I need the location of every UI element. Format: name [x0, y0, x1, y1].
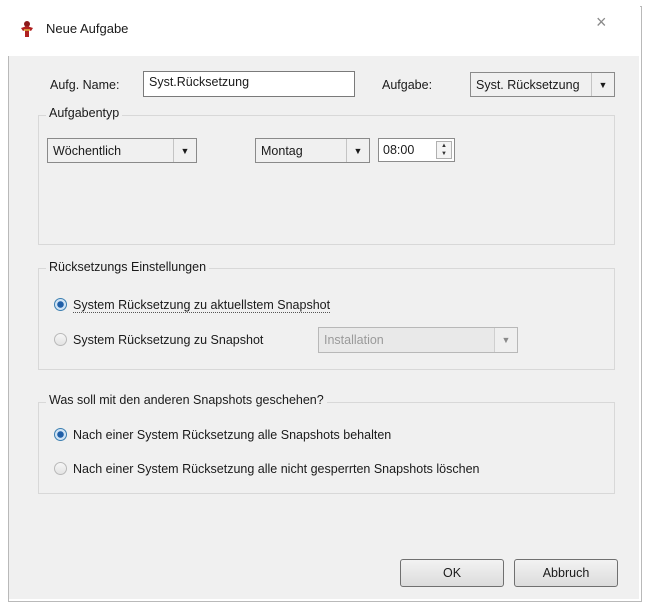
cancel-button[interactable]: Abbruch — [514, 559, 618, 587]
reset-latest-text: System Rücksetzung zu aktuellstem Snapsh… — [73, 298, 331, 313]
other-snapshots-group-title: Was soll mit den anderen Snapshots gesch… — [46, 393, 327, 407]
snapshot-value: Installation — [324, 333, 384, 347]
task-name-label: Aufg. Name: — [50, 78, 120, 92]
snapshot-select[interactable]: Installation ▼ — [318, 327, 518, 353]
reset-snapshot-label[interactable]: System Rücksetzung zu Snapshot — [73, 333, 263, 347]
reset-latest-radio[interactable] — [54, 298, 67, 311]
chevron-down-icon[interactable]: ▼ — [591, 73, 614, 96]
chevron-down-icon[interactable]: ▼ — [494, 328, 517, 352]
ok-button[interactable]: OK — [400, 559, 504, 587]
reset-settings-group — [38, 268, 615, 370]
weekday-select[interactable]: Montag ▼ — [255, 138, 370, 163]
task-select[interactable]: Syst. Rücksetzung ▼ — [470, 72, 615, 97]
task-type-label: Aufgabe: — [382, 78, 433, 92]
other-snapshots-group — [38, 402, 615, 494]
keep-snapshots-label[interactable]: Nach einer System Rücksetzung alle Snaps… — [73, 428, 391, 442]
frequency-value: Wöchentlich — [53, 144, 122, 158]
app-figure-icon — [18, 20, 36, 38]
tasktype-group — [38, 115, 615, 245]
keep-snapshots-radio[interactable] — [54, 428, 67, 441]
chevron-down-icon[interactable]: ▼ — [173, 139, 196, 162]
close-icon[interactable]: × — [596, 12, 607, 33]
frequency-select[interactable]: Wöchentlich ▼ — [47, 138, 197, 163]
task-name-field[interactable]: Syst.Rücksetzung — [143, 71, 355, 97]
weekday-value: Montag — [261, 144, 303, 158]
spin-down-icon[interactable]: ▼ — [437, 150, 451, 158]
spin-up-icon[interactable]: ▲ — [437, 142, 451, 150]
reset-latest-label[interactable]: System Rücksetzung zu aktuellstem Snapsh… — [73, 298, 331, 313]
delete-snapshots-radio[interactable] — [54, 462, 67, 475]
time-value: 08:00 — [383, 143, 415, 157]
chevron-down-icon[interactable]: ▼ — [346, 139, 369, 162]
delete-snapshots-label[interactable]: Nach einer System Rücksetzung alle nicht… — [73, 462, 479, 476]
reset-settings-group-title: Rücksetzungs Einstellungen — [46, 260, 210, 274]
spinner-buttons[interactable]: ▲ ▼ — [436, 141, 452, 159]
reset-snapshot-radio[interactable] — [54, 333, 67, 346]
task-select-value: Syst. Rücksetzung — [476, 78, 580, 92]
time-spinner[interactable]: 08:00 ▲ ▼ — [378, 138, 455, 162]
tasktype-group-title: Aufgabentyp — [46, 106, 123, 120]
window-title: Neue Aufgabe — [46, 21, 129, 36]
